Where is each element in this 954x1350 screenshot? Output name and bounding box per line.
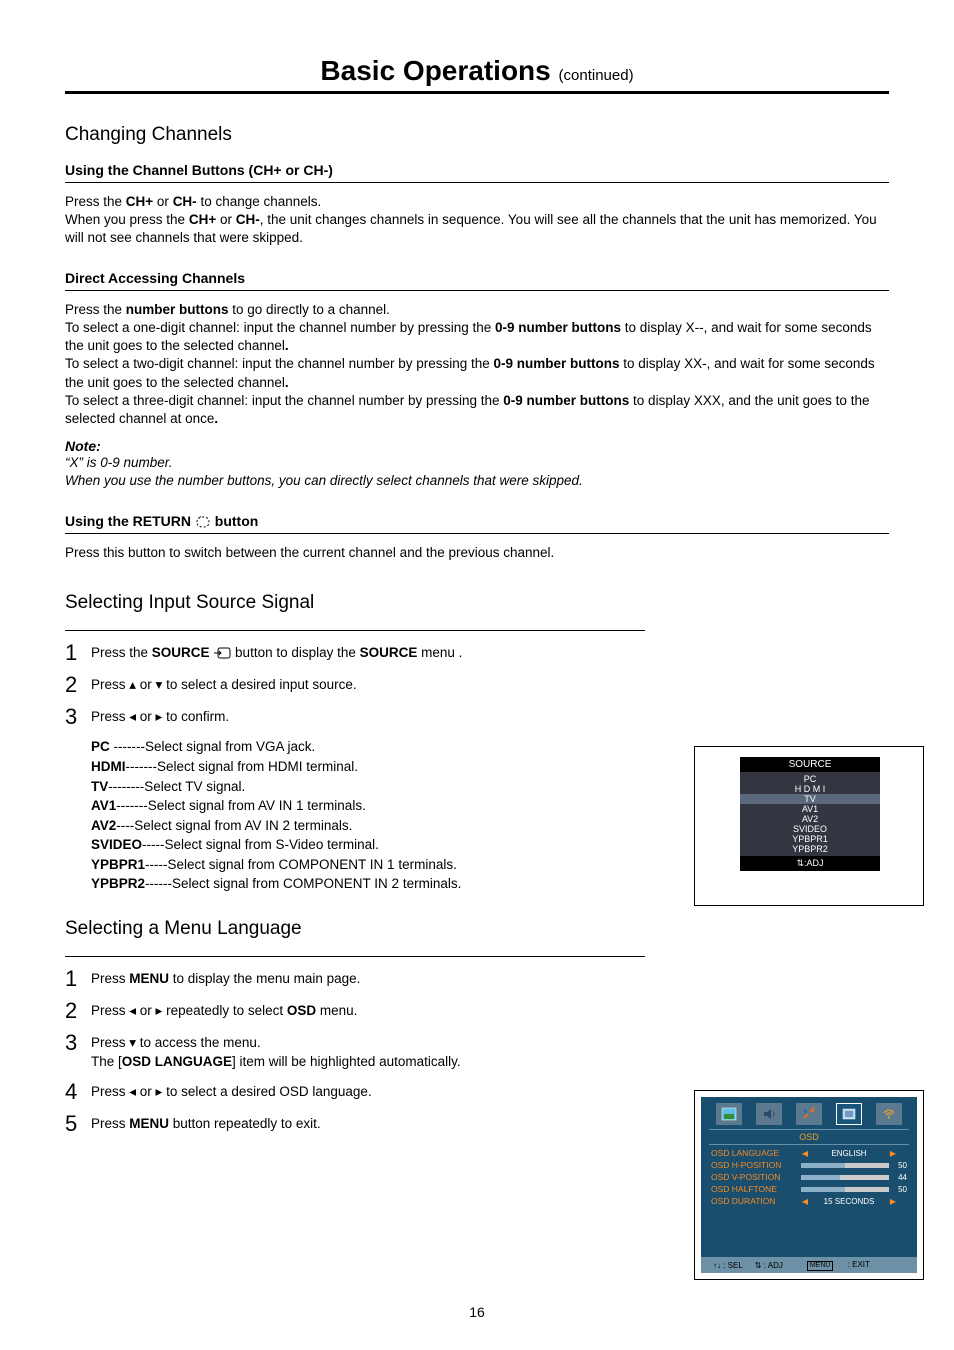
source-item: YPBPR1 [740, 834, 880, 844]
source-menu-title: SOURCE [740, 757, 880, 772]
return-button-subheading: Using the RETURN button [65, 513, 889, 534]
source-item: H D M I [740, 784, 880, 794]
input-source-heading: Selecting Input Source Signal [65, 592, 889, 614]
page-number: 16 [0, 1304, 954, 1320]
step: 1Press MENU to display the menu main pag… [65, 967, 889, 991]
input-source-steps: 1 Press the SOURCE button to display the… [65, 641, 889, 730]
step: 3Press ◂ or ▸ to confirm. [65, 705, 889, 729]
da-p1: Press the number buttons to go directly … [65, 301, 889, 319]
osd-footer: ↑↓ : SEL ⇅ : ADJ MENU : EXIT [701, 1257, 917, 1273]
page: Basic Operations (continued) Changing Ch… [0, 0, 954, 1174]
step: 1 Press the SOURCE button to display the… [65, 641, 889, 665]
osd-tab-signal-icon [876, 1103, 902, 1125]
step: 2Press ▴ or ▾ to select a desired input … [65, 673, 889, 697]
note-label: Note: [65, 438, 889, 454]
source-item: SVIDEO [740, 824, 880, 834]
title-main: Basic Operations [320, 55, 558, 86]
changing-channels-heading: Changing Channels [65, 124, 889, 146]
osd-tab-osd-icon [836, 1103, 862, 1125]
osd-row: OSD H-POSITION 50 [711, 1159, 907, 1171]
source-item: PC [740, 774, 880, 784]
step: 3Press ▾ to access the menu.The [OSD LAN… [65, 1031, 889, 1072]
return-pre: Using the RETURN [65, 513, 195, 529]
return-p: Press this button to switch between the … [65, 544, 889, 562]
step-1-text: Press the SOURCE button to display the S… [91, 641, 462, 663]
return-icon [195, 516, 211, 528]
step-3-text: Press ◂ or ▸ to confirm. [91, 705, 229, 727]
source-item-selected: TV [740, 794, 880, 804]
osd-tab-sound-icon [756, 1103, 782, 1125]
osd-footer-exit: MENU : EXIT [795, 1260, 870, 1271]
source-item: AV2 [740, 814, 880, 824]
osd-row: OSD LANGUAGE ◀ENGLISH▶ [711, 1147, 907, 1159]
source-menu-figure: SOURCE PC H D M I TV AV1 AV2 SVIDEO YPBP… [694, 746, 924, 906]
step-2-text: Press ▴ or ▾ to select a desired input s… [91, 673, 357, 695]
osd-tab-picture-icon [716, 1103, 742, 1125]
osd-row: OSD V-POSITION 44 [711, 1171, 907, 1183]
rule [65, 956, 645, 957]
da-p2: To select a one-digit channel: input the… [65, 319, 889, 355]
source-menu-panel: SOURCE PC H D M I TV AV1 AV2 SVIDEO YPBP… [740, 757, 880, 871]
osd-footer-adj: ⇅ : ADJ [755, 1261, 783, 1270]
osd-footer-sel: ↑↓ : SEL [713, 1261, 743, 1270]
title-continued: (continued) [559, 67, 634, 84]
osd-tab-setup-icon [796, 1103, 822, 1125]
channel-buttons-subheading: Using the Channel Buttons (CH+ or CH-) [65, 162, 889, 183]
page-title: Basic Operations (continued) [65, 55, 889, 94]
osd-row: OSD HALFTONE 50 [711, 1183, 907, 1195]
direct-access-subheading: Direct Accessing Channels [65, 270, 889, 291]
osd-menu-panel: OSD OSD LANGUAGE ◀ENGLISH▶ OSD H-POSITIO… [701, 1097, 917, 1273]
menu-language-heading: Selecting a Menu Language [65, 918, 889, 940]
ch-p2: When you press the CH+ or CH-, the unit … [65, 211, 889, 247]
source-item: AV1 [740, 804, 880, 814]
source-menu-items: PC H D M I TV AV1 AV2 SVIDEO YPBPR1 YPBP… [740, 772, 880, 856]
return-post: button [211, 513, 258, 529]
note-2: When you use the number buttons, you can… [65, 472, 889, 490]
ch-p1: Press the CH+ or CH- to change channels. [65, 193, 889, 211]
da-p4: To select a three-digit channel: input t… [65, 392, 889, 428]
rule [65, 630, 645, 631]
da-p3: To select a two-digit channel: input the… [65, 355, 889, 391]
source-icon [213, 647, 231, 659]
note-1: “X” is 0-9 number. [65, 454, 889, 472]
osd-tabs [701, 1097, 917, 1127]
osd-row: OSD DURATION ◀15 SECONDS▶ [711, 1195, 907, 1207]
osd-rows: OSD LANGUAGE ◀ENGLISH▶ OSD H-POSITION 50… [701, 1145, 917, 1209]
osd-menu-figure: OSD OSD LANGUAGE ◀ENGLISH▶ OSD H-POSITIO… [694, 1090, 924, 1280]
step: 2Press ◂ or ▸ repeatedly to select OSD m… [65, 999, 889, 1023]
osd-menu-label: OSD [701, 1132, 917, 1142]
source-menu-footer: ⇅:ADJ [740, 856, 880, 871]
source-item: YPBPR2 [740, 844, 880, 854]
